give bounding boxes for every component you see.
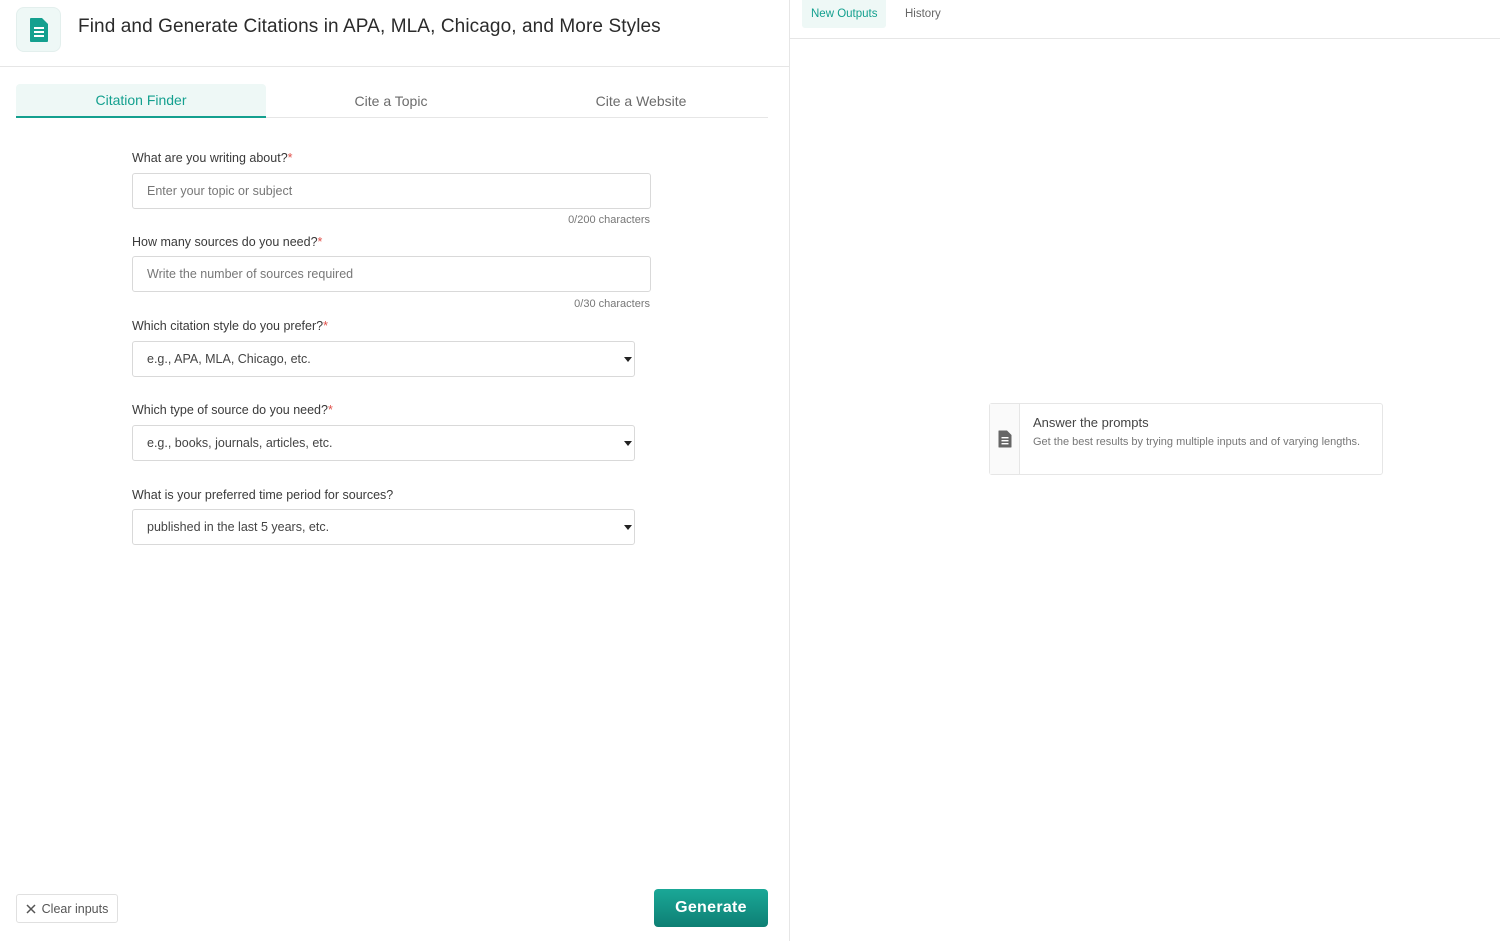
source-type-select[interactable]: e.g., books, journals, articles, etc.: [132, 425, 635, 461]
hint-description: Get the best results by trying multiple …: [1033, 436, 1361, 448]
clear-inputs-label: Clear inputs: [41, 901, 109, 916]
page-title: Find and Generate Citations in APA, MLA,…: [78, 16, 661, 37]
tab-history[interactable]: History: [896, 0, 950, 28]
clear-inputs-button[interactable]: Clear inputs: [16, 894, 118, 923]
chevron-down-icon: [624, 357, 632, 362]
chevron-down-icon: [624, 441, 632, 446]
output-tabs: New Outputs History: [790, 0, 1500, 39]
tab-cite-a-topic[interactable]: Cite a Topic: [266, 84, 516, 118]
sources-count-input[interactable]: [132, 256, 651, 292]
topic-label: What are you writing about?*: [132, 151, 293, 165]
prompt-hint-card: Answer the prompts Get the best results …: [989, 403, 1383, 475]
sources-char-counter: 0/30 characters: [574, 298, 650, 310]
tab-citation-finder[interactable]: Citation Finder: [16, 84, 266, 118]
generate-button[interactable]: Generate: [654, 889, 768, 927]
required-mark: *: [317, 235, 323, 249]
citation-style-select[interactable]: e.g., APA, MLA, Chicago, etc.: [132, 341, 635, 377]
document-icon: [990, 404, 1020, 474]
required-mark: *: [327, 403, 333, 417]
chevron-down-icon: [624, 525, 632, 530]
sources-label: How many sources do you need?*: [132, 235, 323, 249]
citation-style-value: e.g., APA, MLA, Chicago, etc.: [147, 352, 311, 366]
time-period-value: published in the last 5 years, etc.: [147, 520, 330, 534]
tab-cite-a-website[interactable]: Cite a Website: [516, 84, 766, 118]
topic-input[interactable]: [132, 173, 651, 209]
time-period-select[interactable]: published in the last 5 years, etc.: [132, 509, 635, 545]
required-mark: *: [287, 151, 293, 165]
source-type-value: e.g., books, journals, articles, etc.: [147, 436, 333, 450]
source-type-label: Which type of source do you need?*: [132, 403, 333, 417]
input-panel: Find and Generate Citations in APA, MLA,…: [0, 0, 790, 941]
app-header: Find and Generate Citations in APA, MLA,…: [0, 0, 790, 67]
citation-style-label: Which citation style do you prefer?*: [132, 319, 328, 333]
tool-tabs: Citation Finder Cite a Topic Cite a Webs…: [16, 84, 768, 118]
tab-new-outputs[interactable]: New Outputs: [802, 0, 887, 28]
hint-title: Answer the prompts: [1033, 415, 1149, 430]
time-period-label: What is your preferred time period for s…: [132, 488, 394, 502]
topic-char-counter: 0/200 characters: [568, 214, 650, 226]
document-icon: [16, 7, 61, 52]
required-mark: *: [323, 319, 328, 333]
close-icon: [26, 903, 36, 914]
